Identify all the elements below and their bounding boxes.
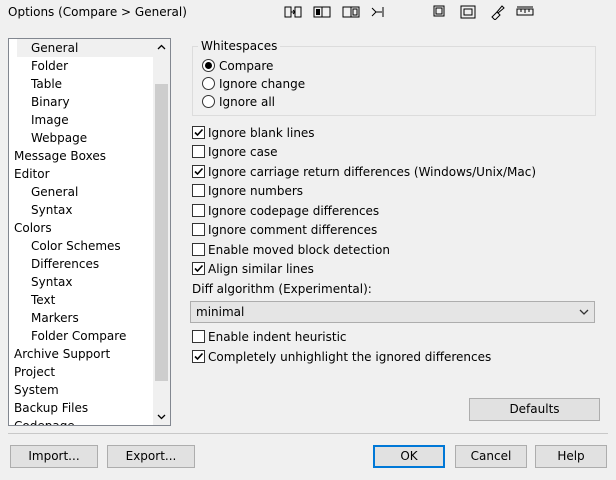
- whitespaces-radio-label[interactable]: Ignore change: [219, 76, 305, 92]
- option-checkbox-label[interactable]: Ignore carriage return differences (Wind…: [208, 164, 536, 180]
- title-bar: Options (Compare > General): [0, 0, 616, 26]
- option-checkbox[interactable]: [192, 223, 205, 236]
- tree-item[interactable]: Differences: [31, 255, 99, 273]
- tree-item[interactable]: Colors: [14, 219, 52, 237]
- import-button[interactable]: Import...: [10, 445, 98, 468]
- option-checkbox-label[interactable]: Ignore codepage differences: [208, 203, 379, 219]
- compare-files-icon[interactable]: [313, 4, 331, 20]
- diff-algorithm-value: minimal: [196, 305, 245, 319]
- tree-item[interactable]: Archive Support: [14, 345, 110, 363]
- separator: [8, 433, 608, 434]
- tree-item[interactable]: Backup Files: [14, 399, 88, 417]
- tree-item[interactable]: Text: [31, 291, 55, 309]
- option-checkbox-label[interactable]: Enable indent heuristic: [208, 329, 347, 345]
- window-panes-icon[interactable]: [342, 4, 360, 20]
- whitespaces-radio-label[interactable]: Ignore all: [219, 94, 275, 110]
- diff-algorithm-label: Diff algorithm (Experimental):: [192, 282, 372, 296]
- export-button[interactable]: Export...: [107, 445, 195, 468]
- option-checkbox[interactable]: [192, 350, 205, 363]
- ok-button[interactable]: OK: [373, 445, 445, 468]
- option-checkbox[interactable]: [192, 165, 205, 178]
- tree-item[interactable]: Folder Compare: [31, 327, 126, 345]
- scroll-thumb[interactable]: [155, 84, 168, 381]
- defaults-button[interactable]: Defaults: [469, 398, 600, 421]
- tree-item[interactable]: Table: [31, 75, 62, 93]
- tree-item[interactable]: Folder: [31, 57, 68, 75]
- option-checkbox[interactable]: [192, 262, 205, 275]
- window-title: Options (Compare > General): [8, 5, 187, 19]
- option-checkbox[interactable]: [192, 243, 205, 256]
- cancel-button[interactable]: Cancel: [455, 445, 527, 468]
- tree-item[interactable]: General: [17, 39, 153, 57]
- scroll-down-icon[interactable]: [153, 408, 170, 425]
- whitespaces-radio[interactable]: [202, 59, 215, 72]
- paint-brush-icon[interactable]: [488, 4, 506, 20]
- sync-scroll-icon[interactable]: [459, 4, 477, 20]
- option-checkbox-label[interactable]: Align similar lines: [208, 261, 314, 277]
- options-tree[interactable]: General Folder Table Binary Image Webpage Mess…: [8, 38, 171, 426]
- option-checkbox-label[interactable]: Ignore numbers: [208, 183, 303, 199]
- whitespaces-radio[interactable]: [202, 95, 215, 108]
- option-checkbox-label[interactable]: Ignore blank lines: [208, 125, 315, 141]
- tree-item[interactable]: Project: [14, 363, 55, 381]
- tree-item[interactable]: Editor: [14, 165, 50, 183]
- option-checkbox[interactable]: [192, 330, 205, 343]
- tree-item[interactable]: Binary: [31, 93, 70, 111]
- tree-item[interactable]: Markers: [31, 309, 79, 327]
- tree-item[interactable]: Codepage: [14, 417, 75, 425]
- tree-item[interactable]: Syntax: [31, 273, 72, 291]
- option-checkbox-label[interactable]: Ignore comment differences: [208, 222, 377, 238]
- chevron-down-icon: [578, 304, 590, 320]
- tree-item[interactable]: Image: [31, 111, 69, 129]
- option-checkbox-label[interactable]: Completely unhighlight the ignored diffe…: [208, 349, 491, 365]
- help-button[interactable]: Help: [535, 445, 607, 468]
- tree-item[interactable]: System: [14, 381, 59, 399]
- tree-item[interactable]: Webpage: [31, 129, 87, 147]
- option-checkbox[interactable]: [192, 145, 205, 158]
- option-checkbox-label[interactable]: Ignore case: [208, 144, 278, 160]
- whitespaces-radio-label[interactable]: Compare: [219, 58, 273, 74]
- tree-item[interactable]: Color Schemes: [31, 237, 121, 255]
- option-checkbox-label[interactable]: Enable moved block detection: [208, 242, 390, 258]
- merge-arrow-icon[interactable]: [370, 4, 388, 20]
- option-checkbox[interactable]: [192, 126, 205, 139]
- scroll-up-icon[interactable]: [153, 39, 170, 56]
- option-checkbox[interactable]: [192, 204, 205, 217]
- diff-algorithm-select[interactable]: minimal: [190, 301, 595, 323]
- tree-scrollbar[interactable]: [153, 39, 170, 425]
- tree-item[interactable]: Syntax: [31, 201, 72, 219]
- copy-window-icon[interactable]: [430, 4, 448, 20]
- whitespaces-legend: Whitespaces: [198, 39, 281, 53]
- option-checkbox[interactable]: [192, 184, 205, 197]
- whitespaces-radio[interactable]: [202, 77, 215, 90]
- ruler-icon[interactable]: [516, 4, 534, 20]
- compare-folders-icon[interactable]: [284, 4, 302, 20]
- tree-item[interactable]: General: [31, 183, 78, 201]
- tree-item[interactable]: Message Boxes: [14, 147, 106, 165]
